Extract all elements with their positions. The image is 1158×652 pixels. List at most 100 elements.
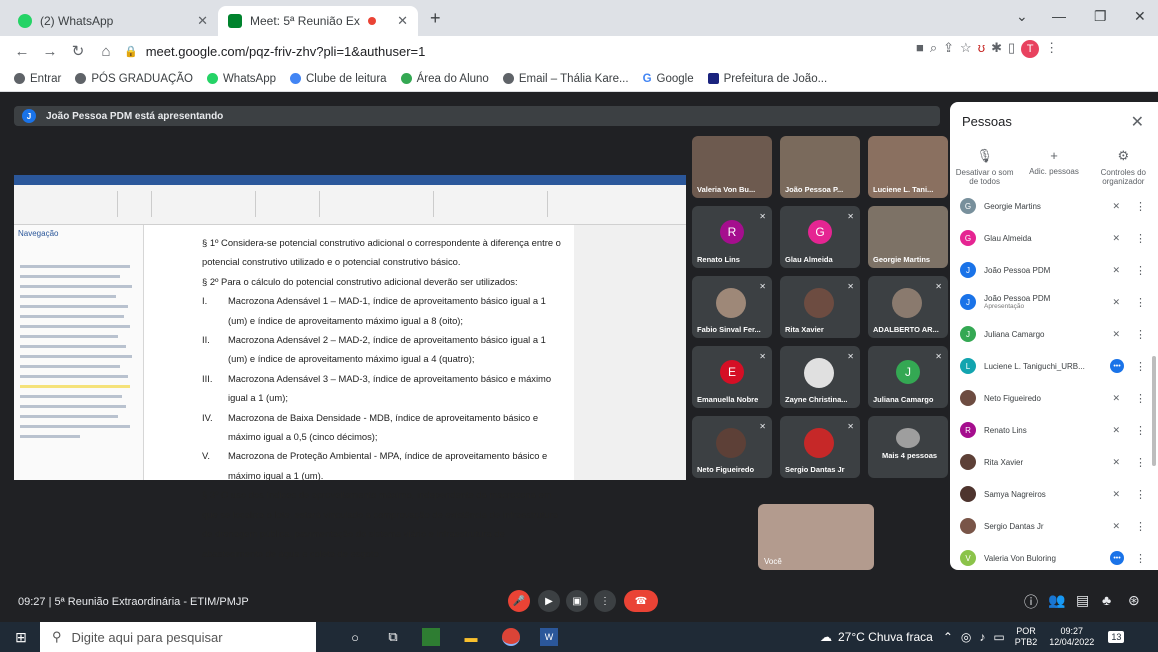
word-icon[interactable]: W xyxy=(540,628,558,646)
menu-icon[interactable]: ⋮ xyxy=(1045,40,1058,58)
list-item[interactable]: Neto Figueiredo ✕ ⋮ xyxy=(950,382,1158,414)
more-options-icon[interactable]: ⋮ xyxy=(1135,200,1146,213)
profile-avatar[interactable]: T xyxy=(1021,40,1040,58)
list-item[interactable]: V Valeria Von Buloring ••• ⋮ xyxy=(950,542,1158,574)
bookmark-item[interactable]: Entrar xyxy=(14,73,61,85)
bookmark-item[interactable]: WhatsApp xyxy=(206,73,276,85)
more-options-icon[interactable]: ⋮ xyxy=(1135,456,1146,469)
bookmark-item[interactable]: G Google xyxy=(643,73,694,85)
camera-icon[interactable]: ■ xyxy=(916,40,924,58)
network-icon[interactable]: ◎ xyxy=(961,630,971,644)
chrome-icon[interactable] xyxy=(502,628,520,646)
list-item[interactable]: G Georgie Martins ✕ ⋮ xyxy=(950,190,1158,222)
bookmark-item[interactable]: PÓS GRADUAÇÃO xyxy=(75,73,193,85)
chat-icon[interactable]: ▤ xyxy=(1076,592,1089,609)
more-participants-tile[interactable]: Mais 4 pessoas xyxy=(868,416,948,478)
participant-tile[interactable]: João Pessoa P... xyxy=(780,136,860,198)
people-icon[interactable]: 👥 xyxy=(1048,592,1065,609)
task-view-icon[interactable]: ⧉ xyxy=(384,628,402,646)
end-call-button[interactable]: ☎ xyxy=(624,590,658,612)
star-icon[interactable]: ☆ xyxy=(960,40,972,58)
participant-tile[interactable]: ✕ E Emanuella Nobre xyxy=(692,346,772,408)
sidepanel-icon[interactable]: ▯ xyxy=(1008,40,1015,58)
close-icon[interactable]: ✕ xyxy=(397,13,408,29)
weather-text[interactable]: 27°C Chuva fraca xyxy=(838,630,933,644)
forward-icon[interactable]: → xyxy=(36,43,64,60)
participant-tile[interactable]: ✕ Neto Figueiredo xyxy=(692,416,772,478)
more-options-icon[interactable]: ⋮ xyxy=(1135,264,1146,277)
puzzle-icon[interactable]: ✱ xyxy=(991,40,1002,58)
close-icon[interactable]: ✕ xyxy=(1131,112,1144,132)
participant-tile[interactable]: ✕ ADALBERTO AR... xyxy=(868,276,948,338)
list-item[interactable]: Rita Xavier ✕ ⋮ xyxy=(950,446,1158,478)
mic-toggle-button[interactable]: 🎤 xyxy=(508,590,530,612)
participant-tile[interactable]: ✕ Fabio Sinval Fer... xyxy=(692,276,772,338)
participant-tile[interactable]: Luciene L. Tani... xyxy=(868,136,948,198)
more-options-icon[interactable]: ⋮ xyxy=(1135,424,1146,437)
url-field[interactable]: 🔒 meet.google.com/pqz-friv-zhv?pli=1&aut… xyxy=(114,39,934,63)
participant-tile[interactable]: ✕ Zayne Christina... xyxy=(780,346,860,408)
list-item[interactable]: G Glau Almeida ✕ ⋮ xyxy=(950,222,1158,254)
participant-tile[interactable]: ✕ Rita Xavier xyxy=(780,276,860,338)
search-input[interactable]: ⚲ Digite aqui para pesquisar xyxy=(40,622,316,652)
list-item[interactable]: Samya Nagreiros ✕ ⋮ xyxy=(950,478,1158,510)
calculator-icon[interactable] xyxy=(422,628,440,646)
activities-icon[interactable]: ♣ xyxy=(1102,592,1111,608)
list-item[interactable]: J João Pessoa PDM Apresentação ✕ ⋮ xyxy=(950,286,1158,318)
file-explorer-icon[interactable]: ▬ xyxy=(462,628,480,646)
list-item[interactable]: Sergio Dantas Jr ✕ ⋮ xyxy=(950,510,1158,542)
minimize-icon[interactable]: — xyxy=(1052,8,1066,24)
language-indicator[interactable]: POR PTB2 xyxy=(1015,626,1038,648)
windows-start-icon[interactable]: ⊞ xyxy=(12,628,30,646)
host-controls-button[interactable]: ⚙ Controles do organizador xyxy=(1090,148,1156,186)
tab-search-icon[interactable]: ⌄ xyxy=(1016,8,1028,25)
list-item[interactable]: L Luciene L. Taniguchi_URB... ••• ⋮ xyxy=(950,350,1158,382)
present-button[interactable]: ▣ xyxy=(566,590,588,612)
more-options-icon[interactable]: ⋮ xyxy=(1135,392,1146,405)
participant-tile[interactable]: Georgie Martins xyxy=(868,206,948,268)
more-options-icon[interactable]: ⋮ xyxy=(1135,328,1146,341)
more-options-icon[interactable]: ⋮ xyxy=(1135,552,1146,565)
list-item[interactable]: R Renato Lins ✕ ⋮ xyxy=(950,414,1158,446)
list-item[interactable]: J João Pessoa PDM ✕ ⋮ xyxy=(950,254,1158,286)
cortana-icon[interactable]: ○ xyxy=(346,628,364,646)
more-options-icon[interactable]: ⋮ xyxy=(1135,520,1146,533)
panel-scrollbar[interactable] xyxy=(1152,356,1156,466)
mute-all-button[interactable]: 🎙 Desativar o som de todos xyxy=(952,148,1018,186)
self-view-tile[interactable]: Você xyxy=(758,504,874,570)
bookmark-item[interactable]: Email – Thália Kare... xyxy=(502,73,629,85)
participant-tile[interactable]: ✕ Sergio Dantas Jr xyxy=(780,416,860,478)
tab-whatsapp[interactable]: (2) WhatsApp ✕ xyxy=(8,6,218,36)
bookmark-item[interactable]: Área do Aluno xyxy=(400,73,489,85)
extension-icon[interactable]: ʊ xyxy=(978,40,985,58)
close-window-icon[interactable]: ✕ xyxy=(1134,8,1146,25)
volume-icon[interactable]: ♪ xyxy=(979,630,985,644)
add-people-button[interactable]: + Adic. pessoas xyxy=(1021,148,1087,186)
restore-icon[interactable]: ❐ xyxy=(1094,8,1107,25)
info-icon[interactable]: ⓘ xyxy=(1024,592,1038,612)
list-item[interactable]: J Juliana Camargo ✕ ⋮ xyxy=(950,318,1158,350)
bookmark-item[interactable]: Clube de leitura xyxy=(290,73,387,85)
battery-icon[interactable]: ▭ xyxy=(993,630,1004,644)
chevron-up-icon[interactable]: ⌃ xyxy=(943,630,953,644)
participant-tile[interactable]: ✕ R Renato Lins xyxy=(692,206,772,268)
more-options-icon[interactable]: ⋮ xyxy=(1135,488,1146,501)
share-icon[interactable]: ⇪ xyxy=(943,40,954,58)
more-options-icon[interactable]: ⋮ xyxy=(1135,232,1146,245)
new-tab-icon[interactable]: + xyxy=(430,8,441,29)
participant-tile[interactable]: ✕ J Juliana Camargo xyxy=(868,346,948,408)
tab-meet[interactable]: Meet: 5ª Reunião Extraordin ✕ xyxy=(218,6,418,36)
clock[interactable]: 09:27 12/04/2022 xyxy=(1049,626,1094,648)
bookmark-item[interactable]: Prefeitura de João... xyxy=(707,73,827,85)
participant-tile[interactable]: Valeria Von Bu... xyxy=(692,136,772,198)
camera-toggle-button[interactable]: ▶ xyxy=(538,590,560,612)
host-controls-icon[interactable]: ⊛ xyxy=(1128,592,1140,609)
more-options-icon[interactable]: ⋮ xyxy=(1135,296,1146,309)
zoom-icon[interactable]: ⌕ xyxy=(930,40,937,58)
more-options-button[interactable]: ⋮ xyxy=(594,590,616,612)
notification-badge[interactable]: 13 xyxy=(1108,631,1125,643)
reload-icon[interactable]: ↻ xyxy=(64,42,92,60)
participant-tile[interactable]: ✕ G Glau Almeida xyxy=(780,206,860,268)
more-options-icon[interactable]: ⋮ xyxy=(1135,360,1146,373)
close-icon[interactable]: ✕ xyxy=(197,13,208,29)
